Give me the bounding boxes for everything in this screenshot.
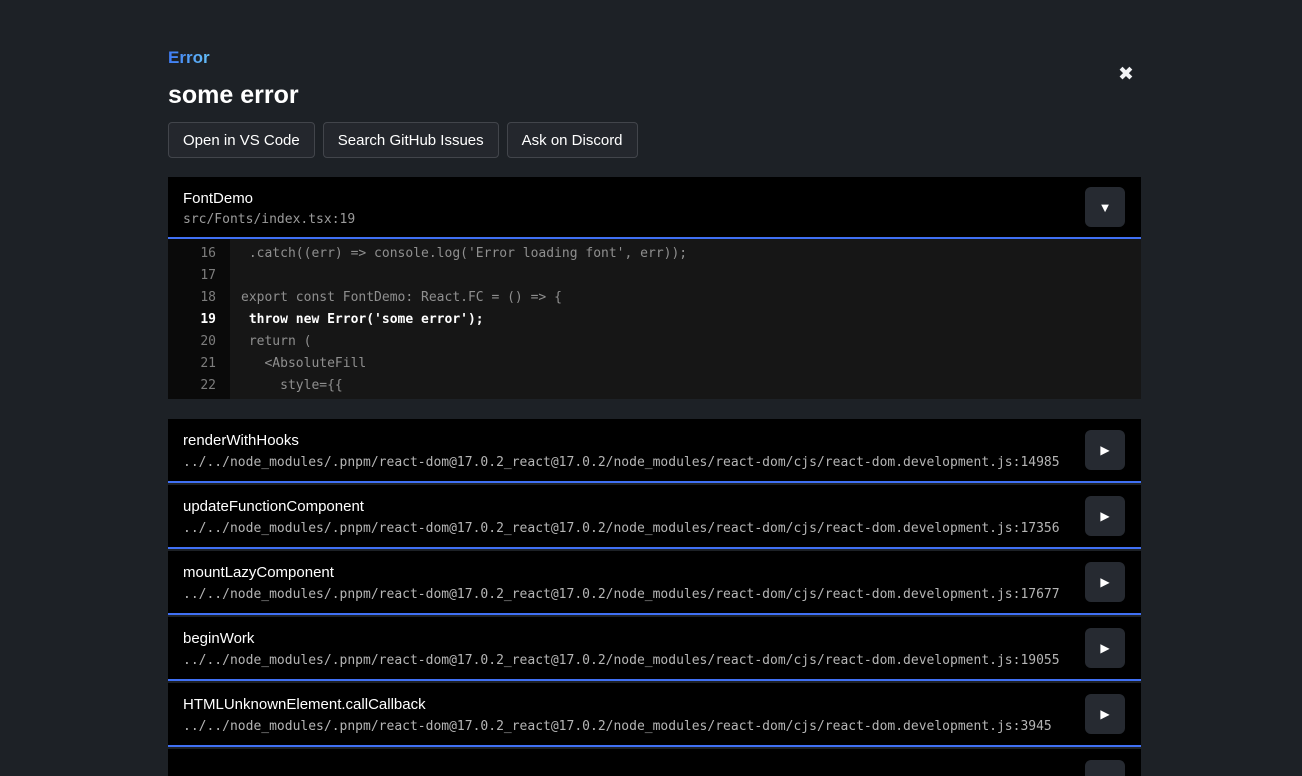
line-number: 22 [168, 375, 230, 397]
line-number: 21 [168, 353, 230, 375]
error-overlay-content: Error some error ✖ Open in VS Code Searc… [168, 0, 1141, 776]
line-number: 18 [168, 287, 230, 309]
expand-frame-button[interactable]: ▶ [1085, 430, 1125, 470]
chevron-down-icon: ▼ [1099, 200, 1112, 215]
play-icon: ▶ [1100, 509, 1109, 523]
code-frame: FontDemo src/Fonts/index.tsx:19 ▼ 16 .ca… [168, 177, 1141, 399]
action-buttons: Open in VS Code Search GitHub Issues Ask… [168, 122, 1141, 158]
code-frame-header: FontDemo src/Fonts/index.tsx:19 ▼ [168, 177, 1141, 239]
line-code: throw new Error('some error'); [230, 309, 484, 331]
code-frame-title: FontDemo [183, 190, 1081, 208]
stack-frame-function: HTMLUnknownElement.callCallback [183, 696, 1071, 714]
stack-frame-path: ../../node_modules/.pnpm/react-dom@17.0.… [183, 719, 1071, 735]
stack-frame-path: ../../node_modules/.pnpm/react-dom@17.0.… [183, 587, 1071, 603]
code-line: 20 return ( [168, 331, 1141, 353]
code-line: 16 .catch((err) => console.log('Error lo… [168, 243, 1141, 265]
line-number: 17 [168, 265, 230, 287]
line-code: style={{ [230, 375, 343, 397]
error-header: Error some error ✖ Open in VS Code Searc… [168, 0, 1141, 158]
line-number: 19 [168, 309, 230, 331]
collapse-button[interactable]: ▼ [1085, 187, 1125, 227]
code-line: 21 <AbsoluteFill [168, 353, 1141, 375]
play-icon: ▶ [1100, 443, 1109, 457]
stack-frame-function: beginWork [183, 630, 1071, 648]
stack-frame-row: HTMLUnknownElement.callCallback ../../no… [168, 683, 1141, 747]
stack-frame-row: updateFunctionComponent ../../node_modul… [168, 485, 1141, 549]
expand-frame-button[interactable]: ▶ [1085, 760, 1125, 776]
line-code [230, 265, 241, 287]
stack-frame-row: renderWithHooks ../../node_modules/.pnpm… [168, 419, 1141, 483]
expand-frame-button[interactable]: ▶ [1085, 694, 1125, 734]
stack-frame-row: mountLazyComponent ../../node_modules/.p… [168, 551, 1141, 615]
code-lines: 16 .catch((err) => console.log('Error lo… [168, 239, 1141, 399]
close-icon: ✖ [1118, 63, 1134, 85]
stack-frame-function: mountLazyComponent [183, 564, 1071, 582]
stack-frame-row: ▶ [168, 749, 1141, 776]
code-frame-location: src/Fonts/index.tsx:19 [183, 212, 1081, 228]
play-icon: ▶ [1100, 641, 1109, 655]
stack-frame-path: ../../node_modules/.pnpm/react-dom@17.0.… [183, 653, 1071, 669]
open-in-vscode-button[interactable]: Open in VS Code [168, 122, 315, 158]
play-icon: ▶ [1100, 575, 1109, 589]
expand-frame-button[interactable]: ▶ [1085, 562, 1125, 602]
code-line: 17 [168, 265, 1141, 287]
stack-frame-function: updateFunctionComponent [183, 498, 1071, 516]
error-message: some error [168, 81, 1141, 110]
code-line: 19 throw new Error('some error'); [168, 309, 1141, 331]
close-button[interactable]: ✖ [1113, 61, 1139, 87]
code-line: 18 export const FontDemo: React.FC = () … [168, 287, 1141, 309]
ask-on-discord-button[interactable]: Ask on Discord [507, 122, 638, 158]
line-number: 16 [168, 243, 230, 265]
expand-frame-button[interactable]: ▶ [1085, 496, 1125, 536]
stack-frame-path: ../../node_modules/.pnpm/react-dom@17.0.… [183, 455, 1071, 471]
stack-frame-function: renderWithHooks [183, 432, 1071, 450]
play-icon: ▶ [1100, 707, 1109, 721]
code-line: 22 style={{ [168, 375, 1141, 397]
expand-frame-button[interactable]: ▶ [1085, 628, 1125, 668]
line-code: <AbsoluteFill [230, 353, 366, 375]
line-code: return ( [230, 331, 311, 353]
line-code: export const FontDemo: React.FC = () => … [230, 287, 562, 309]
error-overlay: Error some error ✖ Open in VS Code Searc… [0, 0, 1302, 776]
error-type-label: Error [168, 47, 210, 68]
line-code: .catch((err) => console.log('Error loadi… [230, 243, 687, 265]
stack-list: renderWithHooks ../../node_modules/.pnpm… [168, 419, 1141, 776]
stack-frame-row: beginWork ../../node_modules/.pnpm/react… [168, 617, 1141, 681]
line-number: 20 [168, 331, 230, 353]
stack-frame-path: ../../node_modules/.pnpm/react-dom@17.0.… [183, 521, 1071, 537]
search-github-issues-button[interactable]: Search GitHub Issues [323, 122, 499, 158]
